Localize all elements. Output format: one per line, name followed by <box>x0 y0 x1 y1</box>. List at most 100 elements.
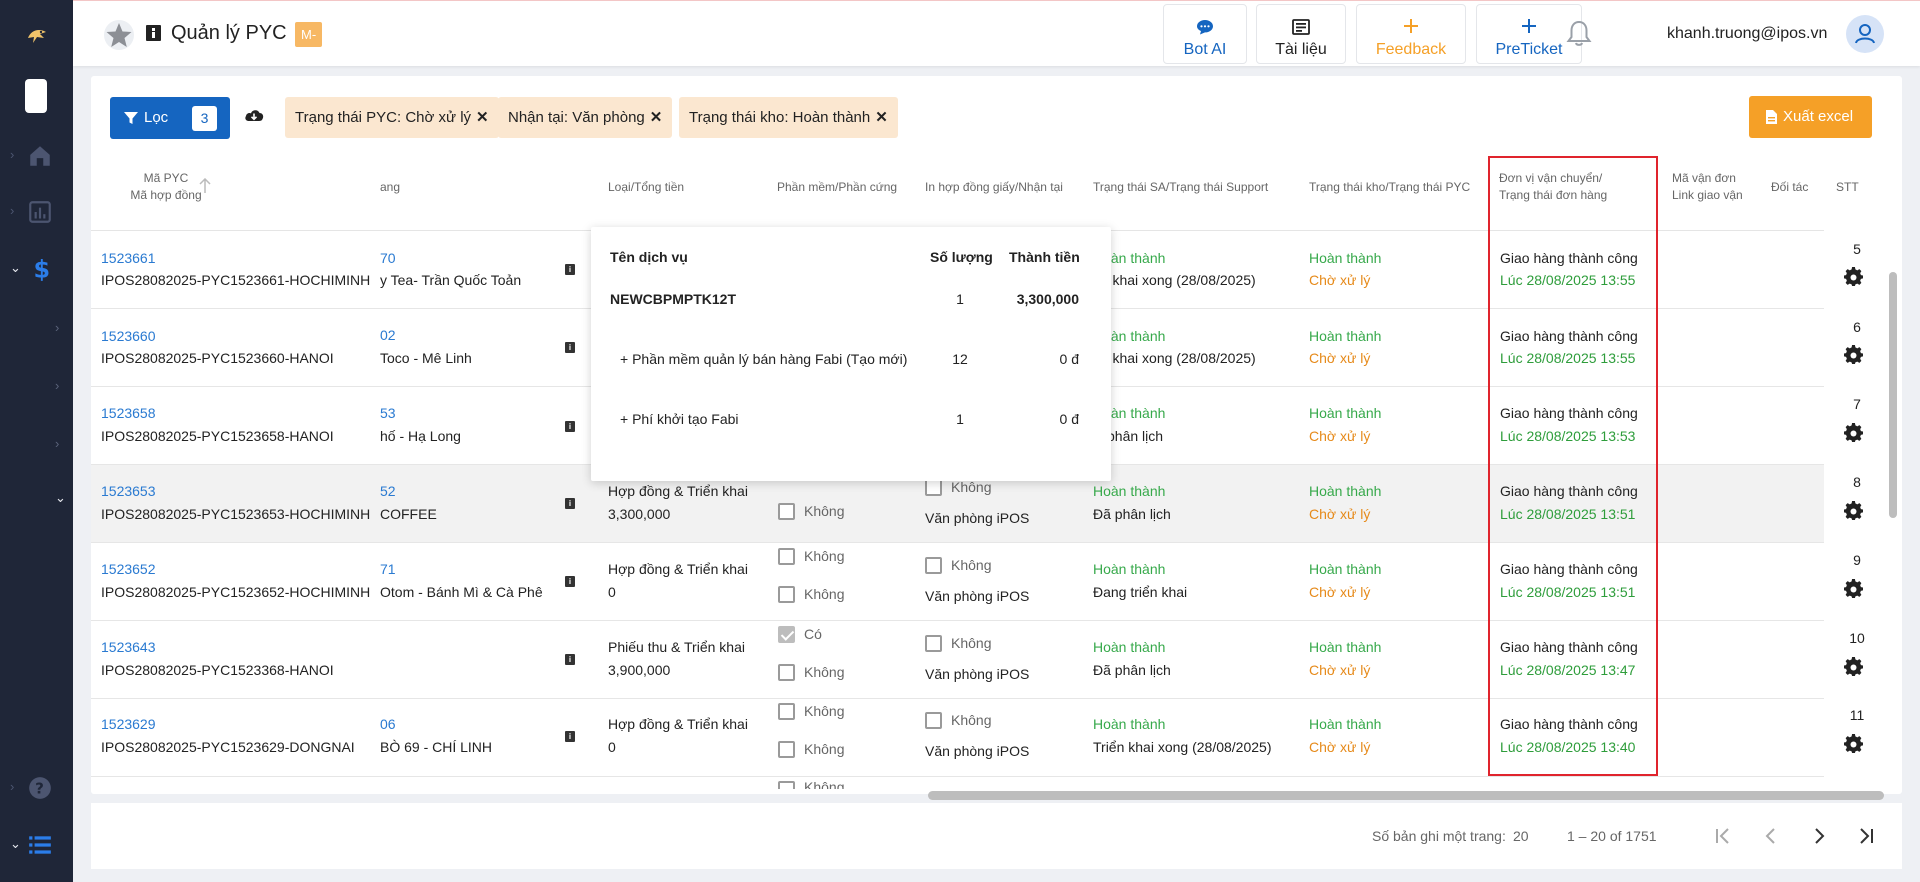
bird-logo-icon[interactable] <box>25 24 49 48</box>
store-code[interactable]: 02 <box>380 327 396 343</box>
chevron-right-icon: › <box>10 147 15 162</box>
horizontal-scrollbar[interactable] <box>928 791 1884 800</box>
hardware-label: Không <box>804 586 845 602</box>
col-header-shipping[interactable]: Đơn vị vận chuyển/ Trạng thái đơn hàng <box>1499 170 1607 204</box>
filter-chip-received-at[interactable]: Nhận tại: Văn phòng ✕ <box>498 97 673 138</box>
gear-icon[interactable] <box>1844 267 1864 287</box>
pyc-link[interactable]: 1523629 <box>101 716 156 732</box>
pyc-status: Chờ xử lý <box>1309 350 1371 366</box>
filter-button[interactable]: Lọc 3 <box>110 97 230 139</box>
sidebar-item-menu[interactable]: ⌄ <box>0 830 73 860</box>
export-excel-button[interactable]: Xuất excel <box>1749 96 1872 138</box>
col-header-stt[interactable]: STT <box>1836 179 1859 196</box>
sidebar-item-home[interactable]: › <box>0 141 73 171</box>
hardware-checkbox[interactable] <box>778 741 795 758</box>
col-header-software[interactable]: Phần mềm/Phần cứng <box>777 179 897 196</box>
info-icon[interactable]: i <box>565 264 575 275</box>
print-checkbox[interactable] <box>925 557 942 574</box>
bot-ai-button[interactable]: Bot AI <box>1163 4 1247 64</box>
pyc-link[interactable]: 1523652 <box>101 561 156 577</box>
info-icon[interactable]: i <box>565 498 575 509</box>
close-icon[interactable]: ✕ <box>650 109 663 126</box>
warehouse-status: Hoàn thành <box>1309 250 1382 266</box>
close-icon[interactable]: ✕ <box>875 109 888 126</box>
sidebar-subitem-3[interactable]: › <box>0 430 73 460</box>
module-badge[interactable]: M- <box>295 22 323 47</box>
pyc-link[interactable]: 1523653 <box>101 483 156 499</box>
last-page-icon[interactable] <box>1855 825 1877 847</box>
table-row[interactable]: 1523643 IPOS28082025-PYC1523368-HANOI i … <box>91 621 1865 699</box>
col-header-partner[interactable]: Đối tác <box>1771 179 1808 196</box>
print-checkbox[interactable] <box>925 479 942 496</box>
gear-icon[interactable] <box>1844 657 1864 677</box>
first-page-icon[interactable] <box>1712 825 1734 847</box>
col-header-type[interactable]: Loại/Tổng tiền <box>608 179 684 196</box>
prev-page-icon[interactable] <box>1760 825 1782 847</box>
next-page-icon[interactable] <box>1808 825 1830 847</box>
per-page-label: Số bản ghi một trang: <box>1372 828 1506 844</box>
gear-icon[interactable] <box>1844 501 1864 521</box>
sidebar-subitem-2[interactable]: › <box>0 372 73 402</box>
avatar[interactable] <box>1846 15 1884 53</box>
print-checkbox[interactable] <box>925 635 942 652</box>
pyc-link[interactable]: 1523660 <box>101 328 156 344</box>
close-icon[interactable]: ✕ <box>476 109 489 126</box>
filter-label: Lọc <box>144 109 169 126</box>
software-checkbox[interactable] <box>778 703 795 720</box>
info-icon[interactable]: i <box>565 421 575 432</box>
hardware-checkbox[interactable] <box>778 503 795 520</box>
info-icon[interactable]: i <box>565 731 575 742</box>
gear-icon[interactable] <box>1844 345 1864 365</box>
info-icon[interactable]: i <box>565 342 575 353</box>
user-email[interactable]: khanh.truong@ipos.vn <box>1667 25 1827 43</box>
shipping-status: Giao hàng thành công <box>1500 716 1638 732</box>
pyc-link[interactable]: 1523643 <box>101 639 156 655</box>
sidebar-subitem-1[interactable]: › <box>0 314 73 344</box>
docs-button[interactable]: Tài liệu <box>1256 4 1346 64</box>
total-amount: 3,900,000 <box>608 662 671 678</box>
col-header-warehouse-status[interactable]: Trạng thái kho/Trạng thái PYC <box>1309 179 1470 196</box>
print-checkbox[interactable] <box>925 712 942 729</box>
info-icon[interactable]: i <box>565 654 575 665</box>
warehouse-status: Hoàn thành <box>1309 483 1382 499</box>
cloud-download-icon[interactable] <box>244 107 264 123</box>
bell-icon[interactable] <box>1566 20 1592 48</box>
software-checkbox[interactable] <box>778 626 795 643</box>
col-header-sa-status[interactable]: Trạng thái SA/Trạng thái Support <box>1093 179 1268 196</box>
popup-item-amount: 3,300,000 <box>1016 291 1079 307</box>
sidebar-subitem-4[interactable]: ⌄ <box>0 484 73 514</box>
sidebar-item-help[interactable]: › ? <box>0 773 73 803</box>
gear-icon[interactable] <box>1844 423 1864 443</box>
col-header-print[interactable]: In hợp đồng giấy/Nhận tại <box>925 179 1063 196</box>
sort-up-icon[interactable] <box>199 178 211 194</box>
sidebar-item-finance[interactable]: ⌄ $ <box>0 254 73 284</box>
col-header-tracking[interactable]: Mã vận đơn Link giao vận <box>1672 170 1743 204</box>
pyc-link[interactable]: 1523658 <box>101 405 156 421</box>
gear-icon[interactable] <box>1844 734 1864 754</box>
software-checkbox[interactable] <box>778 781 795 789</box>
print-label: Không <box>951 712 992 728</box>
col-header-pyc[interactable]: Mã PYC Mã hợp đồng <box>121 170 211 204</box>
info-icon[interactable]: i <box>565 576 575 587</box>
filter-chip-warehouse-status[interactable]: Trạng thái kho: Hoàn thành ✕ <box>679 97 898 138</box>
software-checkbox[interactable] <box>778 548 795 565</box>
store-code[interactable]: 53 <box>380 405 396 421</box>
filter-chip-pyc-status[interactable]: Trạng thái PYC: Chờ xử lý ✕ <box>285 97 499 138</box>
per-page-select[interactable]: 20 <box>1513 828 1529 844</box>
gear-icon[interactable] <box>1844 579 1864 599</box>
store-code[interactable]: 52 <box>380 483 396 499</box>
vertical-scrollbar[interactable] <box>1889 272 1897 518</box>
table-row[interactable]: 1523629 IPOS28082025-PYC1523629-DONGNAI … <box>91 699 1864 777</box>
hardware-checkbox[interactable] <box>778 664 795 681</box>
store-code[interactable]: 70 <box>380 250 396 266</box>
table-row[interactable]: 1523652 IPOS28082025-PYC1523652-HOCHIMIN… <box>91 543 1863 621</box>
pyc-link[interactable]: 1523661 <box>101 250 156 266</box>
col-header-store[interactable]: ang <box>380 179 400 196</box>
sidebar-white-tile[interactable] <box>25 79 47 113</box>
popup-col-qty: Số lượng <box>930 249 993 265</box>
hardware-checkbox[interactable] <box>778 586 795 603</box>
store-code[interactable]: 71 <box>380 561 396 577</box>
store-code[interactable]: 06 <box>380 716 396 732</box>
feedback-button[interactable]: Feedback <box>1356 4 1466 64</box>
sidebar-item-reports[interactable]: › <box>0 197 73 227</box>
